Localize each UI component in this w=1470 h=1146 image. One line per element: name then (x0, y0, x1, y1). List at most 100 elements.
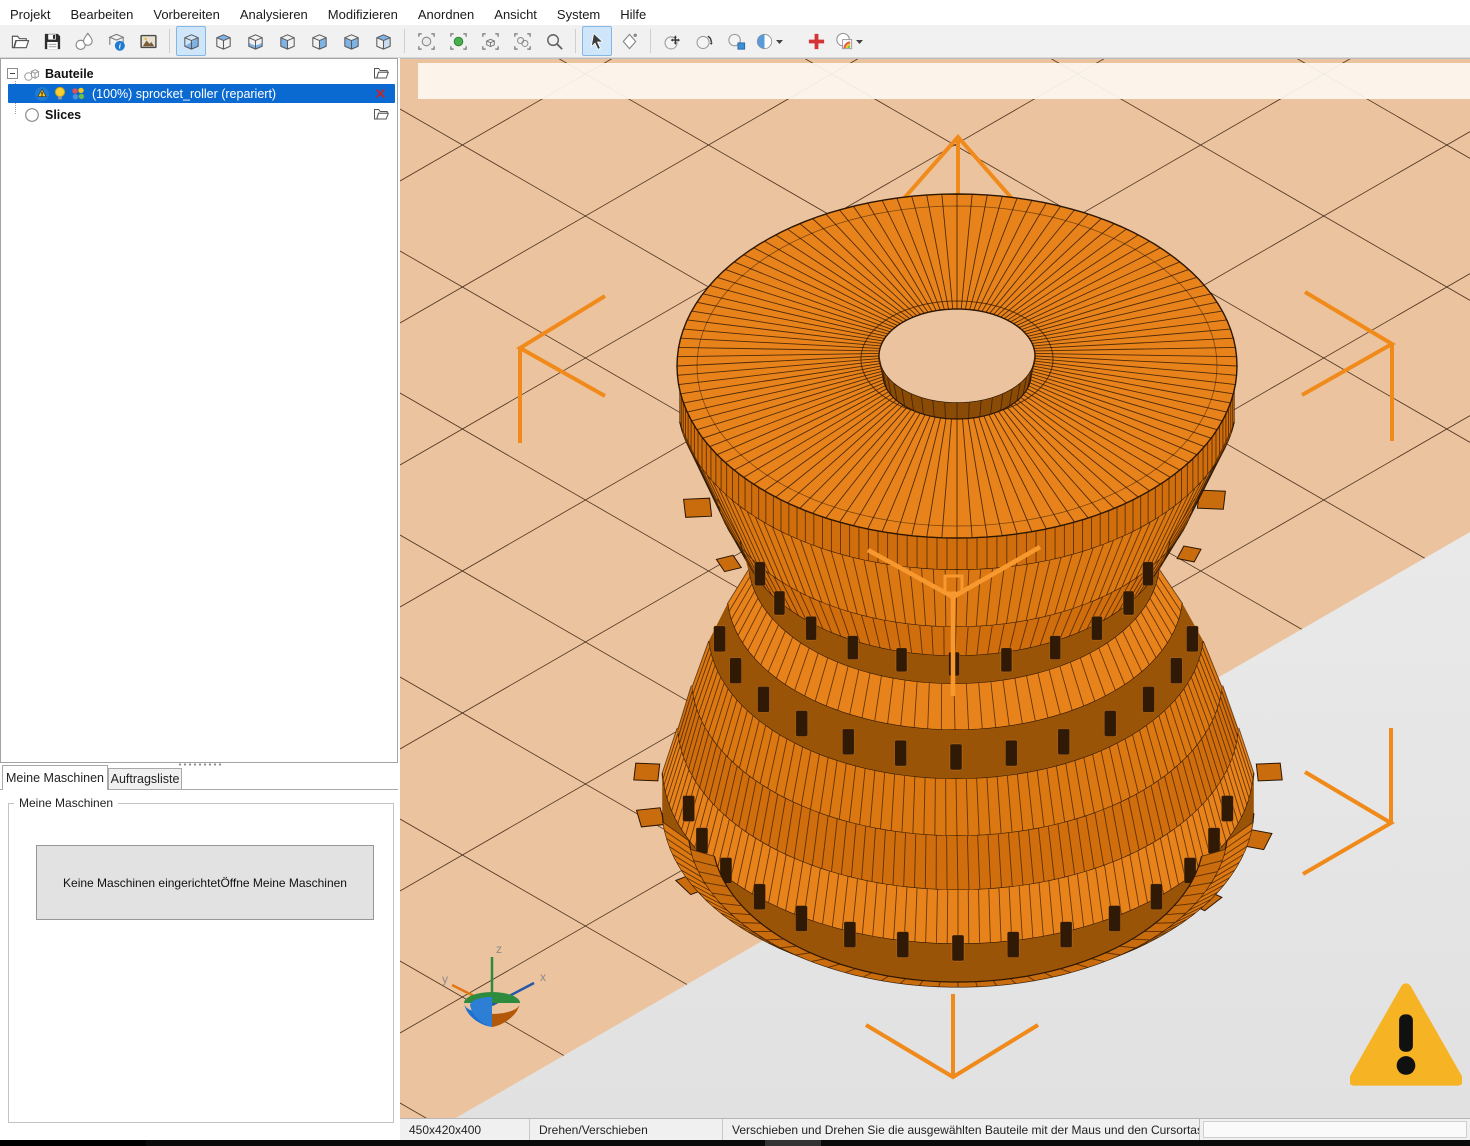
view-front-icon (341, 31, 362, 52)
part-info-icon: i (106, 31, 127, 52)
status-mode: Drehen/Verschieben (530, 1119, 723, 1140)
open-project-icon (10, 31, 31, 52)
rotate-view-tool-icon (619, 31, 640, 52)
view-left-icon (277, 31, 298, 52)
zoom-region-icon (480, 31, 501, 52)
tree-label-part: (100%) sprocket_roller (repariert) (92, 87, 276, 101)
axis-label-y: y (442, 972, 448, 986)
new-shape-icon (74, 31, 95, 52)
fit-all-icon (416, 31, 437, 52)
axis-label-x: x (540, 970, 546, 984)
screenshot-button[interactable] (133, 26, 163, 56)
viewport-canvas[interactable] (400, 59, 1470, 1118)
toolbar-separator (650, 29, 651, 53)
toolbar: i (0, 25, 1470, 58)
new-shape-button[interactable] (69, 26, 99, 56)
delete-part-icon[interactable] (374, 87, 387, 103)
zoom-parts-icon (512, 31, 533, 52)
repair-warning-icon (34, 86, 50, 102)
menu-bearbeiten[interactable]: Bearbeiten (60, 5, 143, 24)
view-bottom-icon (245, 31, 266, 52)
chevron-down-icon[interactable] (775, 32, 784, 50)
shade-mode-icon (754, 31, 775, 52)
tab-meine-maschinen[interactable]: Meine Maschinen (2, 765, 108, 790)
part-color-button[interactable] (833, 26, 865, 56)
fit-all-button[interactable] (411, 26, 441, 56)
view-top-icon (213, 31, 234, 52)
bottom-tabs: Meine MaschinenAuftragsliste (0, 765, 398, 790)
menu-projekt[interactable]: Projekt (0, 5, 60, 24)
toolbar-separator (575, 29, 576, 53)
status-build-volume: 450x420x400 (400, 1119, 530, 1140)
part-color-icon (834, 31, 855, 52)
status-progress-field (1203, 1121, 1467, 1138)
menu-ansicht[interactable]: Ansicht (484, 5, 547, 24)
machines-group-label: Meine Maschinen (14, 796, 118, 810)
zoom-icon (544, 31, 565, 52)
view-back-button[interactable] (368, 26, 398, 56)
tree-item-part[interactable]: (100%) sprocket_roller (repariert) (8, 84, 395, 103)
menu-anordnen[interactable]: Anordnen (408, 5, 484, 24)
statusbar: 450x420x400 Drehen/Verschieben Verschieb… (400, 1118, 1470, 1140)
taskbar-strip (0, 1140, 1470, 1146)
save-project-button[interactable] (37, 26, 67, 56)
app-window: ProjektBearbeitenVorbereitenAnalysierenM… (0, 0, 1470, 1146)
part-info-button[interactable]: i (101, 26, 131, 56)
select-tool-button[interactable] (582, 26, 612, 56)
viewport-3d[interactable]: z y x (400, 58, 1470, 1118)
view-left-button[interactable] (272, 26, 302, 56)
taskbar-segment (765, 1140, 821, 1146)
screenshot-icon (138, 31, 159, 52)
view-front-button[interactable] (336, 26, 366, 56)
parts-tree: Bauteile (100%) sprocket_roller (reparie… (0, 58, 398, 763)
tree-item-bauteile[interactable]: Bauteile (1, 64, 397, 83)
menubar: ProjektBearbeitenVorbereitenAnalysierenM… (0, 4, 1470, 25)
view-bottom-button[interactable] (240, 26, 270, 56)
lightbulb-icon (53, 86, 67, 101)
fit-selection-icon (448, 31, 469, 52)
scale-part-tool-icon (726, 31, 747, 52)
menu-modifizieren[interactable]: Modifizieren (318, 5, 408, 24)
move-part-tool-button[interactable] (657, 26, 687, 56)
tree-item-slices[interactable]: Slices (1, 105, 397, 124)
open-folder-icon[interactable] (373, 66, 389, 83)
zoom-button[interactable] (539, 26, 569, 56)
tree-label-slices: Slices (45, 108, 81, 122)
rotate-view-tool-button[interactable] (614, 26, 644, 56)
axis-orientation-widget: z y x (430, 939, 560, 1049)
open-folder-icon[interactable] (373, 107, 389, 124)
warning-icon[interactable] (1350, 981, 1462, 1091)
scale-part-tool-button[interactable] (721, 26, 751, 56)
slices-icon (24, 107, 40, 123)
menu-analysieren[interactable]: Analysieren (230, 5, 318, 24)
view-iso-icon (181, 31, 202, 52)
rotate-part-tool-button[interactable] (689, 26, 719, 56)
move-part-tool-icon (662, 31, 683, 52)
rotate-part-tool-icon (694, 31, 715, 52)
zoom-parts-button[interactable] (507, 26, 537, 56)
fit-selection-button[interactable] (443, 26, 473, 56)
view-iso-button[interactable] (176, 26, 206, 56)
open-project-button[interactable] (5, 26, 35, 56)
shapes-icon (23, 66, 40, 82)
add-part-button[interactable] (801, 26, 831, 56)
view-top-button[interactable] (208, 26, 238, 56)
shade-mode-button[interactable] (753, 26, 785, 56)
zoom-region-button[interactable] (475, 26, 505, 56)
menu-vorbereiten[interactable]: Vorbereiten (143, 5, 230, 24)
viewport-top-overlay (418, 63, 1470, 99)
tab-auftragsliste[interactable]: Auftragsliste (108, 768, 182, 790)
taskbar-segment (0, 1140, 146, 1146)
select-tool-icon (587, 31, 608, 52)
view-right-icon (309, 31, 330, 52)
collapse-icon[interactable] (7, 68, 18, 79)
view-right-button[interactable] (304, 26, 334, 56)
menu-hilfe[interactable]: Hilfe (610, 5, 656, 24)
axis-label-z: z (496, 942, 502, 956)
menu-system[interactable]: System (547, 5, 610, 24)
view-back-icon (373, 31, 394, 52)
open-my-machines-button[interactable]: Keine Maschinen eingerichtetÖffne Meine … (36, 845, 374, 920)
toolbar-separator (169, 29, 170, 53)
save-project-icon (42, 31, 63, 52)
chevron-down-icon[interactable] (855, 32, 864, 50)
